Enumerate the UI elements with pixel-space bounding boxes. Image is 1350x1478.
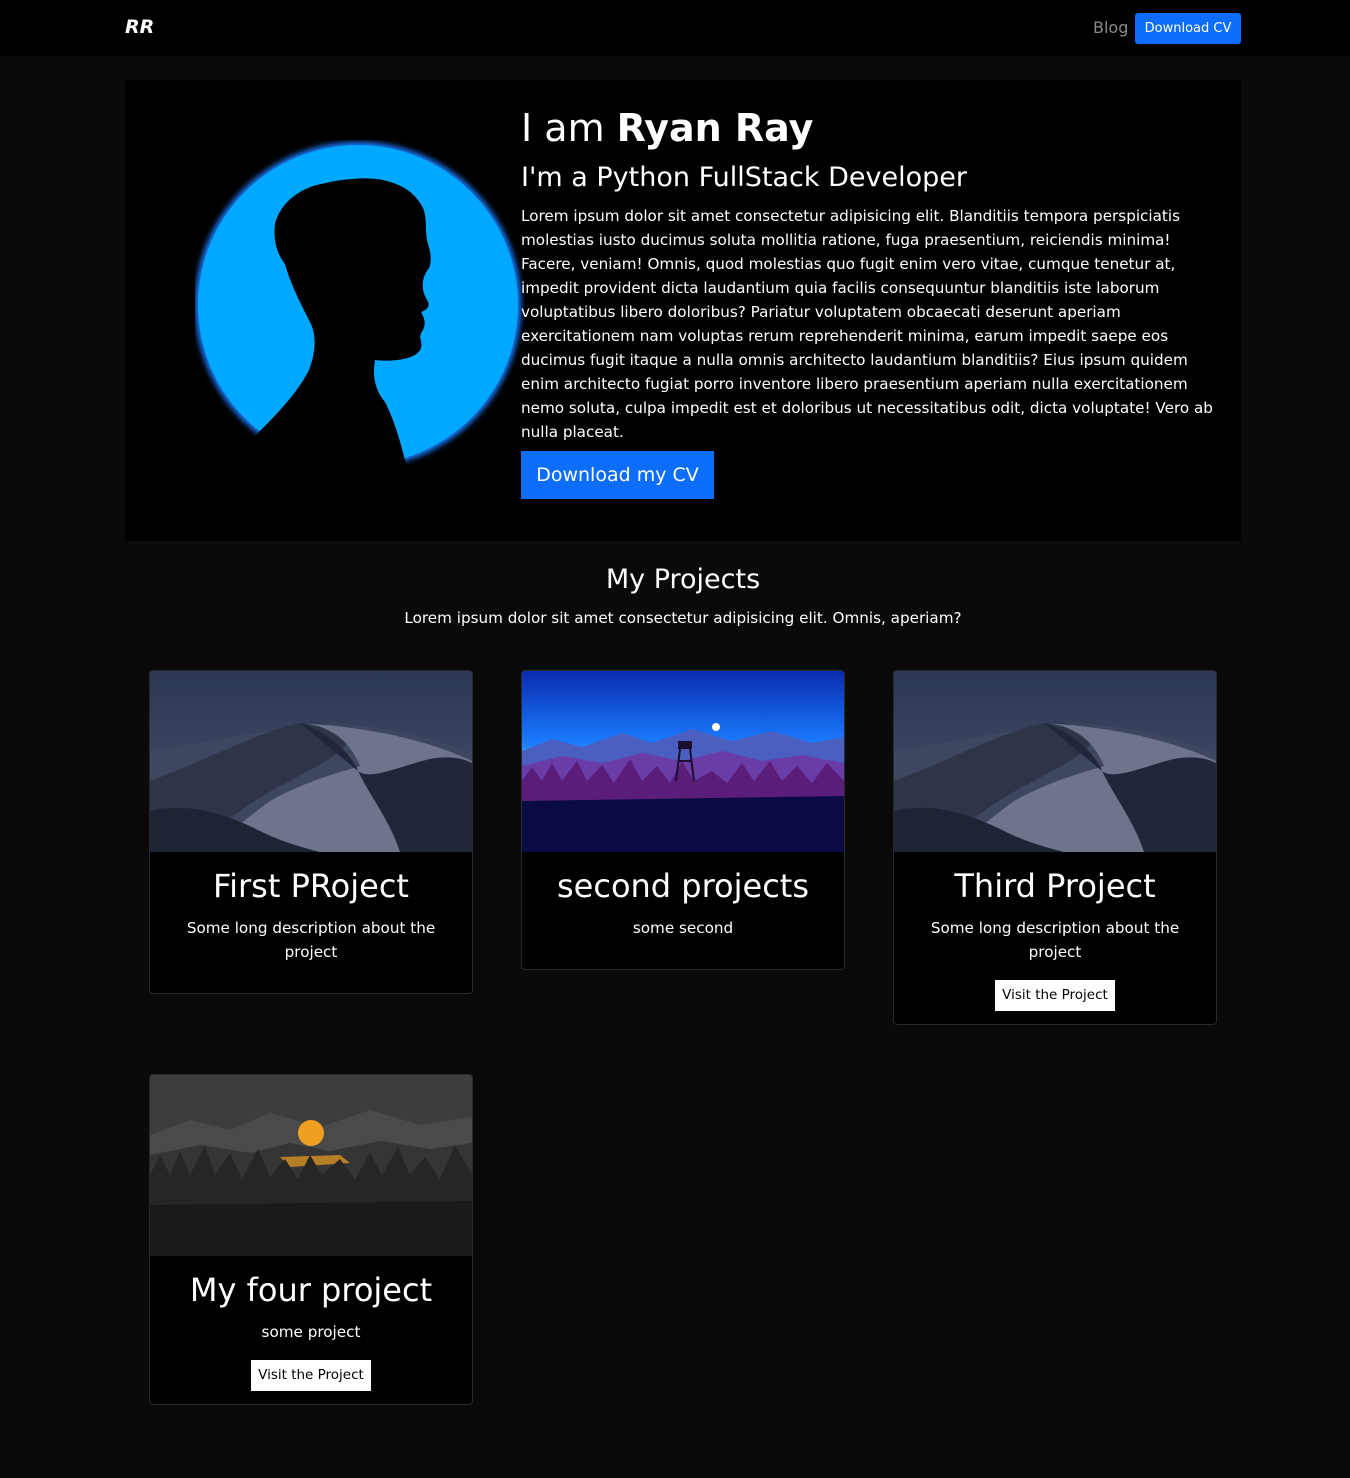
project-card-2: second projects some second — [521, 670, 845, 970]
project-2-title: second projects — [556, 867, 810, 905]
hero-description: Lorem ipsum dolor sit amet consectetur a… — [521, 207, 1213, 441]
download-cv-button[interactable]: Download CV — [1135, 13, 1241, 44]
projects-title: My Projects — [605, 564, 761, 595]
project-4-description: some project — [261, 1323, 361, 1341]
hero-title-prefix: I am — [521, 106, 617, 150]
project-4-title: My four project — [189, 1271, 433, 1309]
project-card-4: My four project some project Visit the P… — [149, 1074, 473, 1405]
visit-project-4-button[interactable]: Visit the Project — [251, 1360, 371, 1391]
project-2-firewatch-image — [522, 671, 844, 852]
project-1-description: Some long description about the project — [186, 919, 436, 961]
hero-subtitle: I'm a Python FullStack Developer — [521, 162, 967, 193]
project-4-forest-image — [150, 1075, 472, 1256]
project-card-3: Third Project Some long description abou… — [893, 670, 1217, 1025]
brand-logo[interactable]: RR — [125, 16, 154, 38]
hero-title: I am Ryan Ray — [521, 106, 813, 150]
hero-name: Ryan Ray — [616, 106, 814, 150]
nav-link-blog[interactable]: Blog — [1093, 18, 1128, 37]
profile-silhouette-image — [195, 142, 521, 540]
project-3-description: Some long description about the project — [930, 919, 1180, 961]
visit-project-3-button[interactable]: Visit the Project — [995, 980, 1115, 1011]
project-card-1: First PRoject Some long description abou… — [149, 670, 473, 994]
project-3-desert-image — [894, 671, 1216, 852]
project-1-desert-image — [150, 671, 472, 852]
navbar: RR Blog Download CV — [0, 0, 1350, 56]
projects-subtitle: Lorem ipsum dolor sit amet consectetur a… — [404, 609, 962, 627]
hero-section: I am Ryan Ray I'm a Python FullStack Dev… — [125, 80, 1241, 541]
project-1-title: First PRoject — [213, 867, 409, 905]
project-3-title: Third Project — [954, 867, 1156, 905]
project-2-description: some second — [632, 919, 734, 937]
download-my-cv-button[interactable]: Download my CV — [521, 451, 714, 499]
